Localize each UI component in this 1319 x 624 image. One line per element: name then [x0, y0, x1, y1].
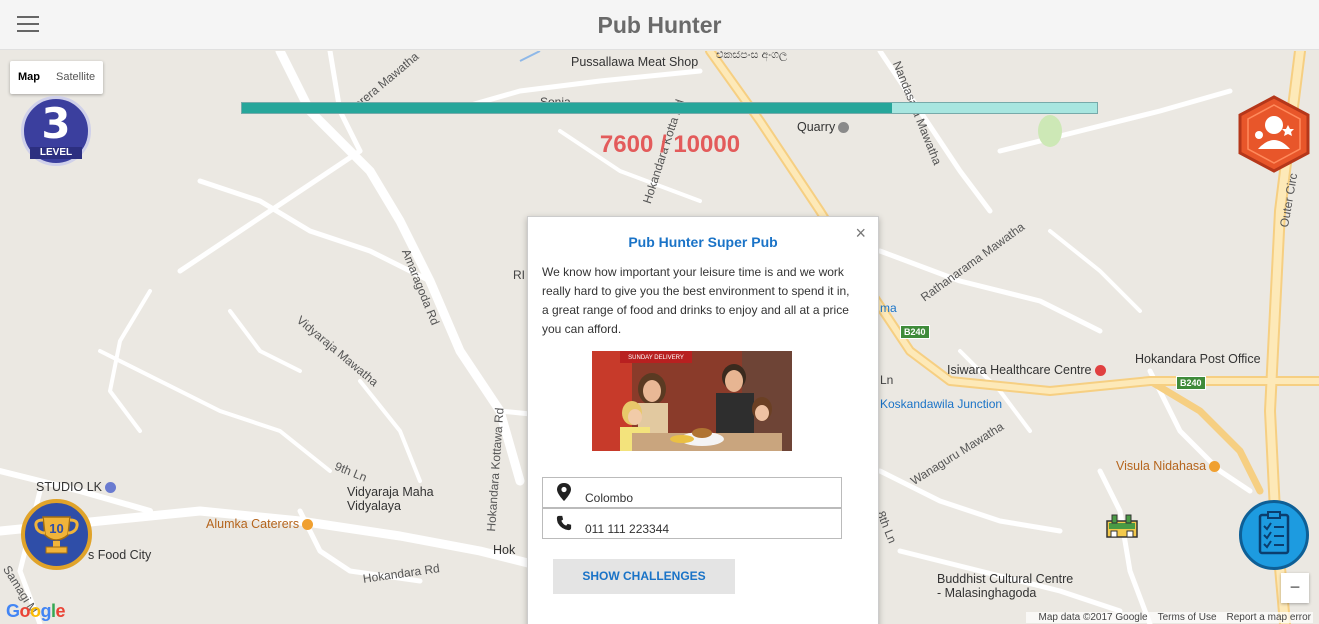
caterer-icon — [302, 519, 314, 531]
map-type-map-option[interactable]: Map — [10, 61, 48, 94]
trophy-count: 10 — [49, 521, 63, 536]
pub-title: Pub Hunter Super Pub — [628, 234, 778, 250]
quarry-icon — [838, 122, 850, 134]
level-number: 3 — [41, 99, 71, 148]
map-label-koskandawila: Koskandawila Junction — [880, 397, 1003, 411]
map-label-post-office: Hokandara Post Office — [1135, 352, 1261, 366]
pub-location-row: Colombo — [542, 477, 842, 508]
checklist-icon — [1258, 511, 1290, 555]
pub-marker-icon[interactable] — [1106, 513, 1138, 539]
profile-button[interactable] — [1238, 95, 1310, 173]
trophy-icon: 10 — [34, 516, 79, 554]
map-label-hok: Hok — [493, 543, 516, 557]
pub-phone: 011 111 223344 — [585, 522, 670, 536]
pub-info-popup: × Pub Hunter Super Pub We know how impor… — [527, 216, 879, 624]
map-label-ma: ma — [880, 301, 897, 315]
map-type-satellite-option[interactable]: Satellite — [48, 61, 103, 94]
map-label-studio: STUDIO LK — [36, 480, 116, 494]
pub-location: Colombo — [585, 491, 634, 505]
pub-photo: SUNDAY DELIVERY — [592, 351, 792, 451]
hospital-icon — [1094, 365, 1106, 377]
zoom-out-button[interactable]: − — [1281, 573, 1309, 603]
location-pin-icon — [557, 483, 571, 501]
level-badge[interactable]: 3 LEVEL — [21, 96, 91, 166]
map-label-buddhist: Buddhist Cultural Centre — [937, 572, 1074, 586]
xp-progress-bar — [241, 102, 1098, 114]
route-badge-b240-a: B240 — [900, 325, 930, 339]
map-label-alumka: Alumka Caterers — [206, 517, 314, 531]
phone-icon — [556, 515, 572, 531]
pub-phone-row: 011 111 223344 — [542, 508, 842, 539]
route-badge-b240-b: B240 — [1176, 376, 1206, 390]
map-label-ln: Ln — [880, 373, 894, 387]
level-label: LEVEL — [30, 147, 82, 159]
app-header: Pub Hunter — [0, 0, 1319, 50]
map-view[interactable]: Map Satellite Pussallawa Meat Shop එකස්ප… — [0, 51, 1319, 624]
map-label-isiwara: Isiwara Healthcare Centre — [947, 363, 1106, 377]
pub-photo-sign: SUNDAY DELIVERY — [628, 355, 684, 361]
studio-icon — [105, 482, 116, 494]
map-type-toggle[interactable]: Map Satellite — [10, 61, 104, 94]
terms-link[interactable]: Terms of Use — [1158, 612, 1217, 623]
page-title: Pub Hunter — [597, 12, 722, 38]
map-label-visula: Visula Nidahasa — [1116, 459, 1221, 473]
map-data-text: Map data ©2017 Google — [1038, 612, 1148, 623]
map-label-sinhala: එකස්පංස අංගල — [716, 51, 788, 61]
map-label-pussallawa: Pussallawa Meat Shop — [571, 55, 699, 69]
map-label-vidyaraja-maha: Vidyaraja Maha Vidyalaya — [347, 485, 434, 513]
map-label-malasinghagoda: - Malasinghagoda — [937, 586, 1037, 600]
profile-hexagon-icon — [1238, 95, 1310, 173]
trophy-button[interactable]: 10 — [21, 499, 92, 570]
map-label-food-city: s Food City — [88, 548, 152, 562]
map-label-quarry: Quarry — [797, 120, 850, 134]
show-challenges-button[interactable]: SHOW CHALLENGES — [553, 559, 735, 594]
map-label-ri: RI — [513, 268, 525, 282]
report-error-link[interactable]: Report a map error — [1227, 612, 1311, 623]
pub-description: We know how important your leisure time … — [542, 265, 850, 336]
xp-progress-text: 7600 / 10000 — [599, 131, 741, 158]
xp-progress-fill — [242, 103, 892, 113]
challenges-list-button[interactable] — [1239, 500, 1309, 570]
google-logo: Google — [6, 601, 66, 621]
restaurant-icon — [1209, 461, 1221, 473]
map-attribution: Map data ©2017 Google Terms of Use Report … — [1026, 612, 1313, 623]
